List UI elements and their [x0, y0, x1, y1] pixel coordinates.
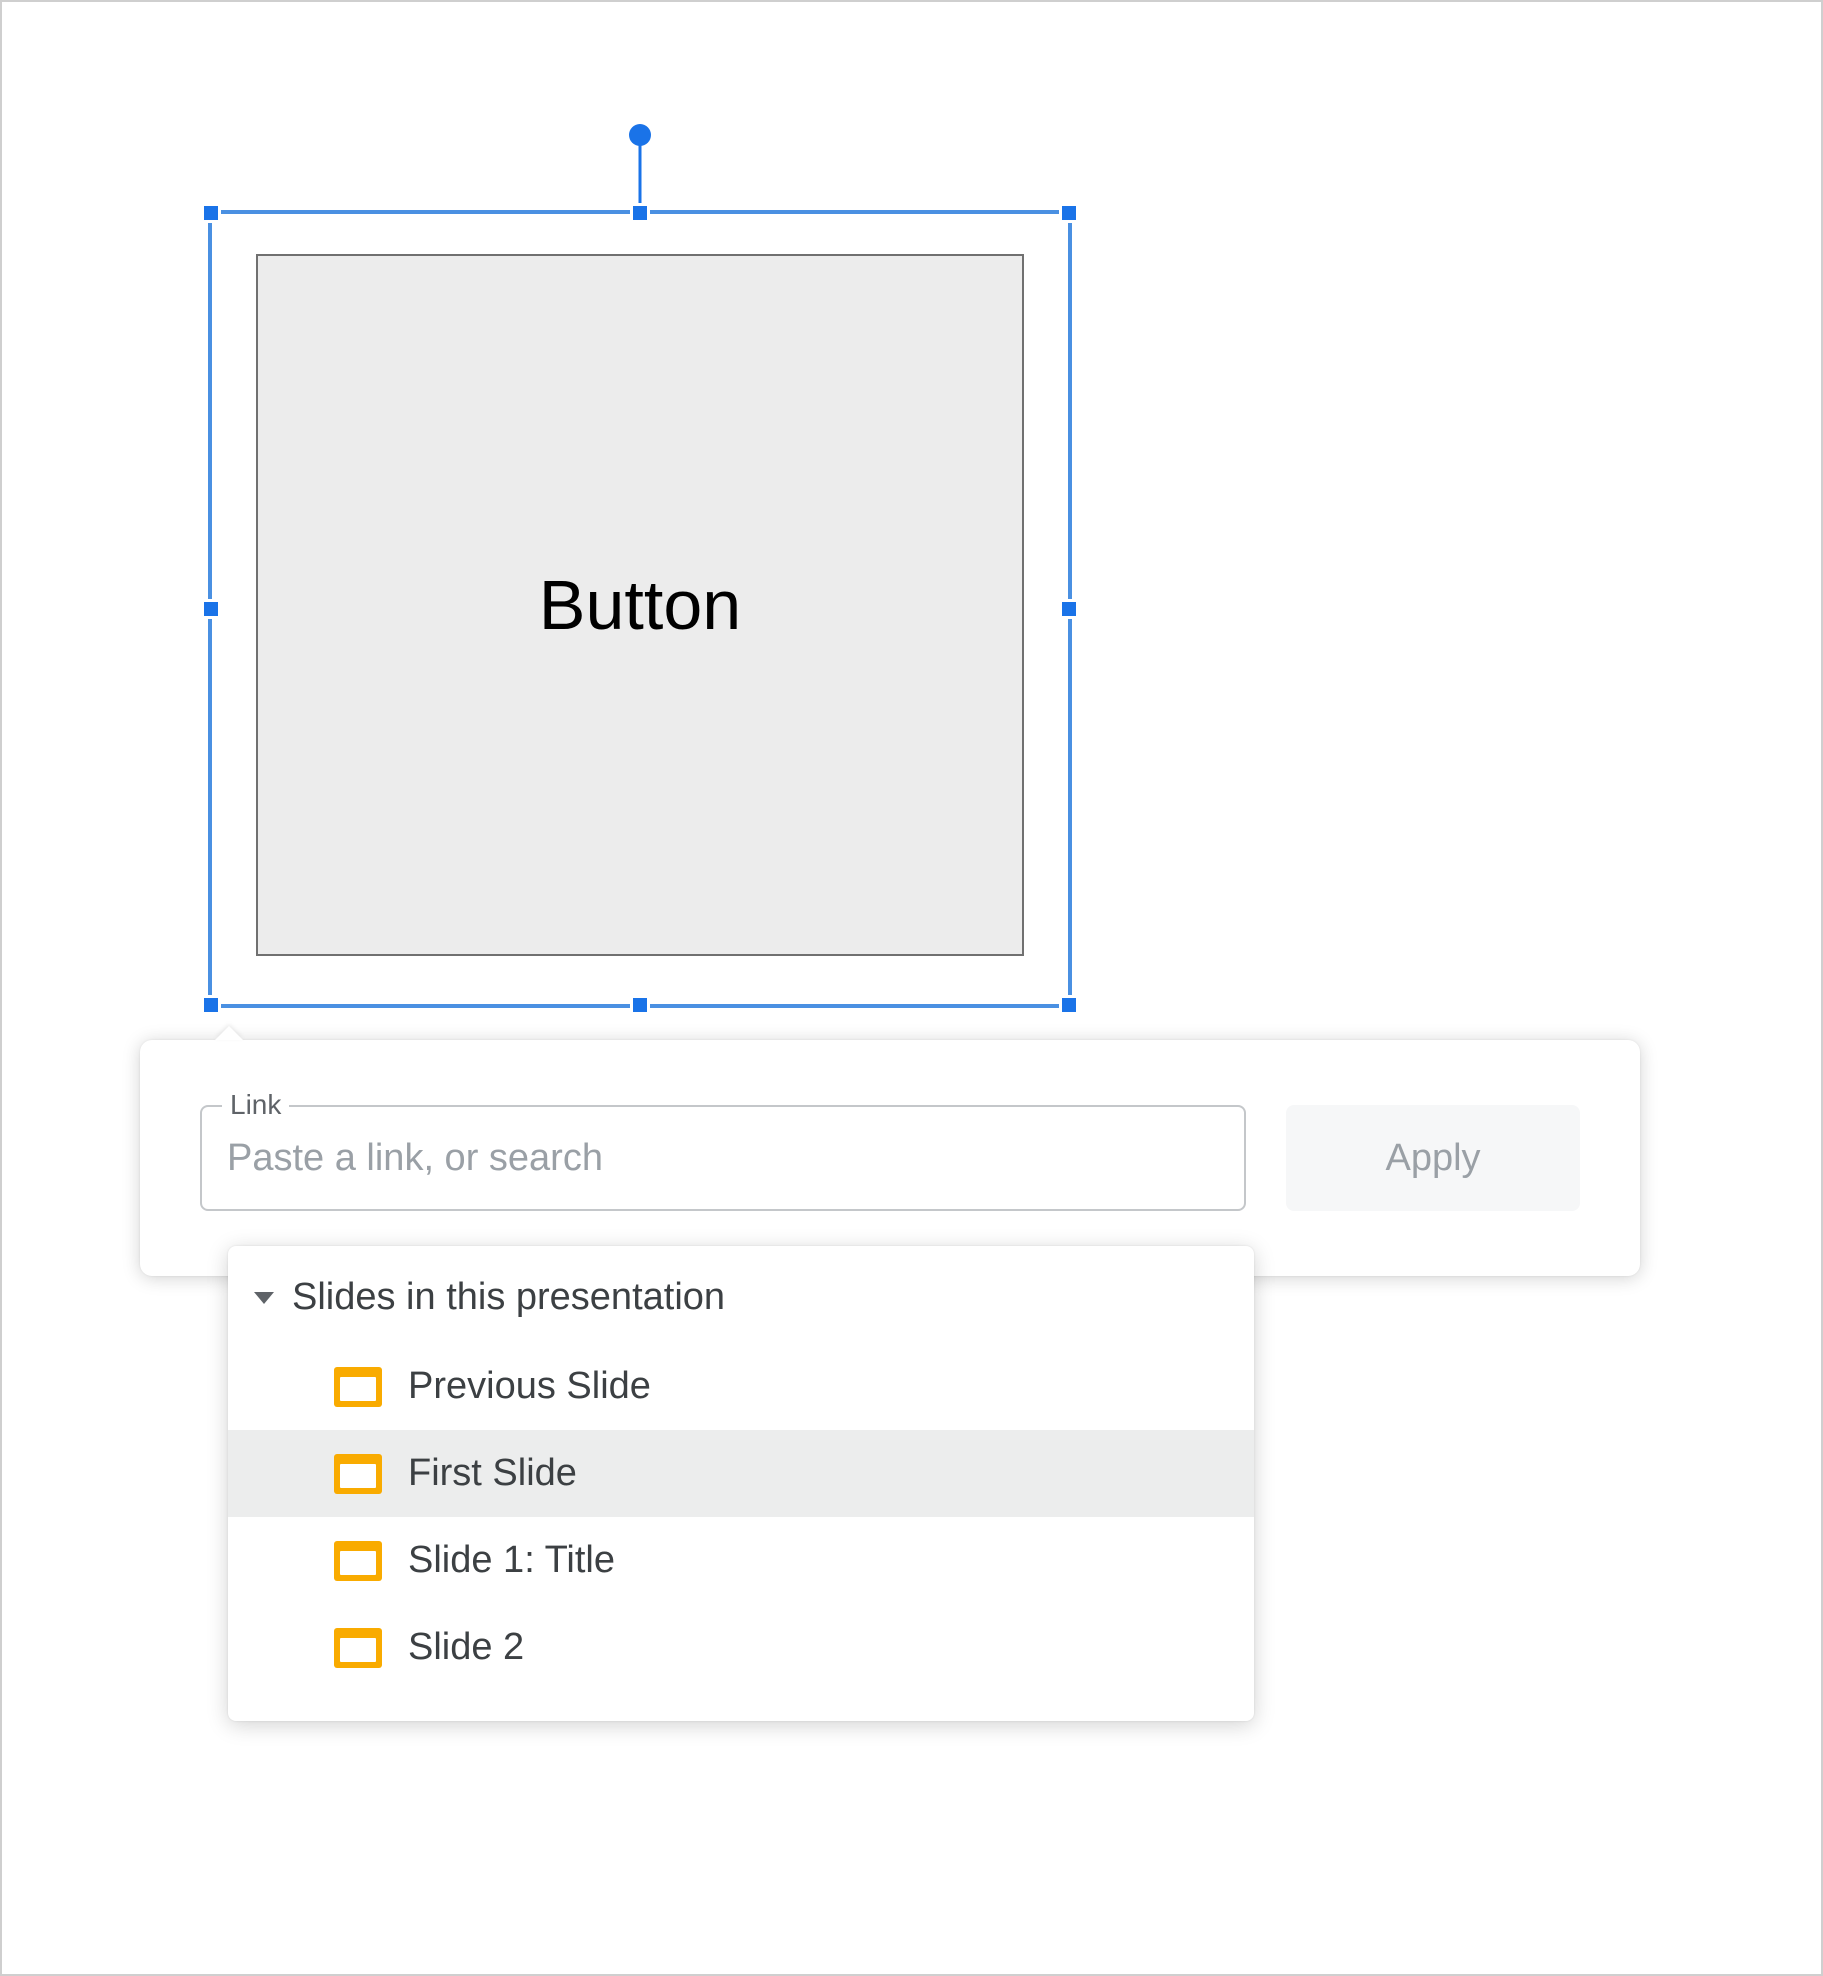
shape-body[interactable]: Button [256, 254, 1024, 956]
shape-text: Button [539, 565, 741, 645]
resize-handle-top-left[interactable] [201, 203, 221, 223]
resize-handle-top-right[interactable] [1059, 203, 1079, 223]
rotate-handle[interactable] [629, 124, 651, 146]
rotate-stem [639, 134, 642, 214]
slides-dropdown: Slides in this presentation Previous Sli… [228, 1246, 1254, 1721]
slide-link-item[interactable]: Slide 2 [228, 1604, 1254, 1691]
shape-selection[interactable]: Button [208, 210, 1072, 1008]
slide-link-item-label: Previous Slide [408, 1365, 651, 1408]
slide-link-item[interactable]: Slide 1: Title [228, 1517, 1254, 1604]
resize-handle-middle-right[interactable] [1059, 599, 1079, 619]
resize-handle-middle-left[interactable] [201, 599, 221, 619]
apply-button[interactable]: Apply [1286, 1105, 1580, 1211]
link-field: Link [200, 1105, 1246, 1211]
resize-handle-bottom-right[interactable] [1059, 995, 1079, 1015]
slide-link-item-label: First Slide [408, 1452, 577, 1495]
link-input[interactable] [200, 1105, 1246, 1211]
slide-icon [334, 1628, 382, 1668]
slides-dropdown-header[interactable]: Slides in this presentation [228, 1266, 1254, 1343]
resize-handle-bottom-middle[interactable] [630, 995, 650, 1015]
slides-dropdown-header-label: Slides in this presentation [292, 1276, 725, 1319]
slide-link-item[interactable]: First Slide [228, 1430, 1254, 1517]
link-field-label: Link [222, 1089, 289, 1121]
slide-link-item[interactable]: Previous Slide [228, 1343, 1254, 1430]
slide-icon [334, 1541, 382, 1581]
link-popover: Link Apply [140, 1040, 1640, 1276]
slide-icon [334, 1367, 382, 1407]
slide-link-item-label: Slide 1: Title [408, 1539, 615, 1582]
slide-link-item-label: Slide 2 [408, 1626, 524, 1669]
resize-handle-bottom-left[interactable] [201, 995, 221, 1015]
resize-handle-top-middle[interactable] [630, 203, 650, 223]
slide-icon [334, 1454, 382, 1494]
disclosure-triangle-icon [254, 1292, 274, 1304]
